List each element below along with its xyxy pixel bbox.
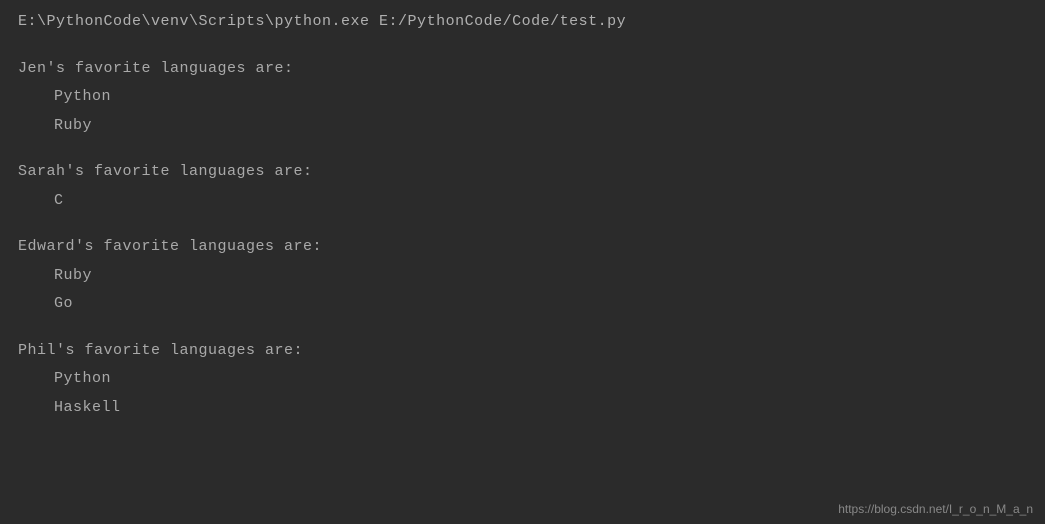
block-header: Phil's favorite languages are: [18,337,1027,366]
block-item: Ruby [18,112,1027,141]
output-block: Sarah's favorite languages are: C [18,158,1027,215]
block-item: Python [18,83,1027,112]
output-block: Edward's favorite languages are: Ruby Go [18,233,1027,319]
command-line: E:\PythonCode\venv\Scripts\python.exe E:… [18,8,1027,37]
output-block: Jen's favorite languages are: Python Rub… [18,55,1027,141]
output-block: Phil's favorite languages are: Python Ha… [18,337,1027,423]
block-item: Python [18,365,1027,394]
block-header: Edward's favorite languages are: [18,233,1027,262]
block-item: Ruby [18,262,1027,291]
block-item: C [18,187,1027,216]
watermark-text: https://blog.csdn.net/I_r_o_n_M_a_n [838,502,1033,516]
block-item: Haskell [18,394,1027,423]
console-output: E:\PythonCode\venv\Scripts\python.exe E:… [0,0,1045,430]
block-item: Go [18,290,1027,319]
block-header: Sarah's favorite languages are: [18,158,1027,187]
block-header: Jen's favorite languages are: [18,55,1027,84]
